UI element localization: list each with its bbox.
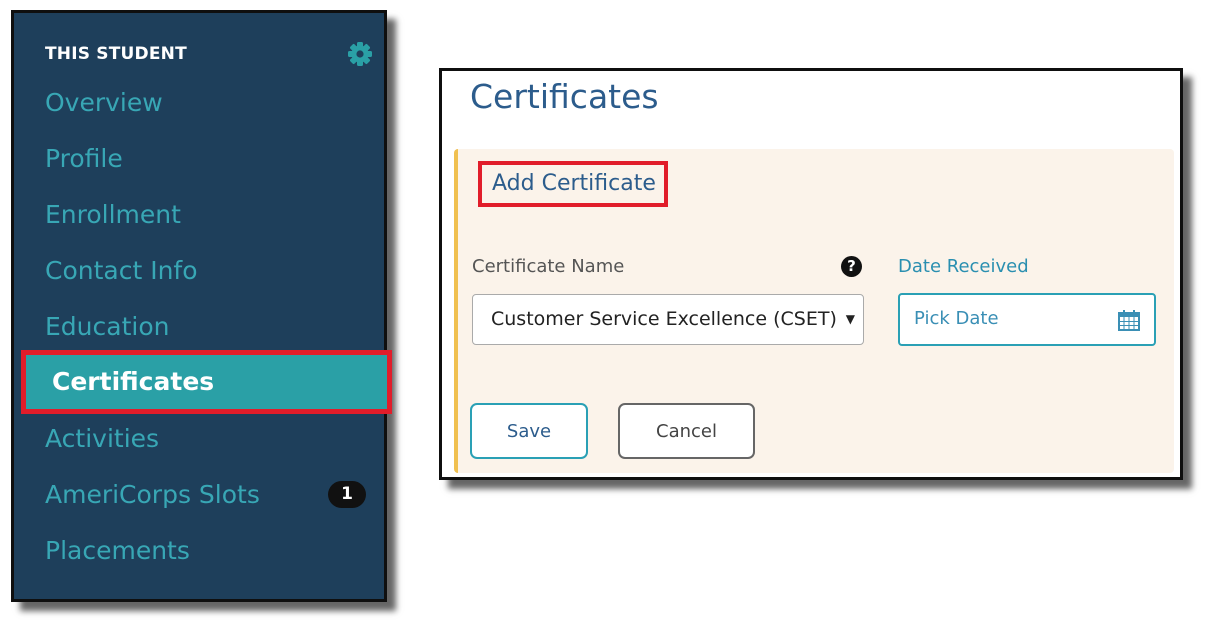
sidebar-item-label: Overview — [45, 88, 163, 117]
sidebar-item-profile[interactable]: Profile — [14, 131, 384, 187]
sidebar-item-label: Certificates — [52, 367, 215, 396]
certificates-panel: Certificates Add Certificate Certificate… — [439, 68, 1183, 480]
add-certificate-heading: Add Certificate — [478, 161, 668, 207]
sidebar-item-contact-info[interactable]: Contact Info — [14, 243, 384, 299]
sidebar-item-education[interactable]: Education — [14, 299, 384, 355]
date-received-input[interactable] — [912, 307, 1106, 330]
sidebar-item-overview[interactable]: Overview — [14, 75, 384, 131]
sidebar-item-certificates[interactable]: Certificates — [21, 350, 392, 414]
sidebar-item-label: Profile — [45, 144, 123, 173]
date-received-label: Date Received — [898, 256, 1029, 277]
date-received-field[interactable] — [898, 293, 1156, 346]
page-title: Certificates — [470, 77, 659, 116]
sidebar-item-americorps-slots[interactable]: AmeriCorps Slots 1 — [14, 467, 384, 523]
sidebar-item-label: Contact Info — [45, 256, 198, 285]
sidebar-heading: THIS STUDENT — [45, 44, 187, 64]
question-circle-icon[interactable]: ? — [841, 256, 862, 277]
sidebar-item-enrollment[interactable]: Enrollment — [14, 187, 384, 243]
sidebar-item-label: Activities — [45, 424, 160, 453]
certificate-name-select[interactable]: Customer Service Excellence (CSET) ▼ — [472, 294, 864, 345]
sidebar-item-placements[interactable]: Placements — [14, 523, 384, 579]
save-button[interactable]: Save — [470, 403, 588, 459]
cancel-button[interactable]: Cancel — [618, 403, 755, 459]
chevron-down-icon: ▼ — [845, 312, 855, 326]
selected-certificate-value: Customer Service Excellence (CSET) — [491, 308, 837, 330]
sidebar-item-label: Education — [45, 312, 170, 341]
add-certificate-form: Add Certificate Certificate Name ? Date … — [454, 149, 1174, 473]
student-sidebar: THIS STUDENT Overview Profile Enrollment… — [11, 10, 392, 602]
sidebar-item-label: Placements — [45, 536, 190, 565]
calendar-icon[interactable] — [1118, 310, 1140, 331]
sidebar-item-label: Enrollment — [45, 200, 181, 229]
certificate-name-label: Certificate Name — [472, 256, 625, 277]
gear-icon[interactable] — [347, 41, 373, 67]
sidebar-item-label: AmeriCorps Slots — [45, 480, 260, 509]
sidebar-item-activities[interactable]: Activities — [14, 411, 384, 467]
count-badge: 1 — [328, 481, 366, 508]
